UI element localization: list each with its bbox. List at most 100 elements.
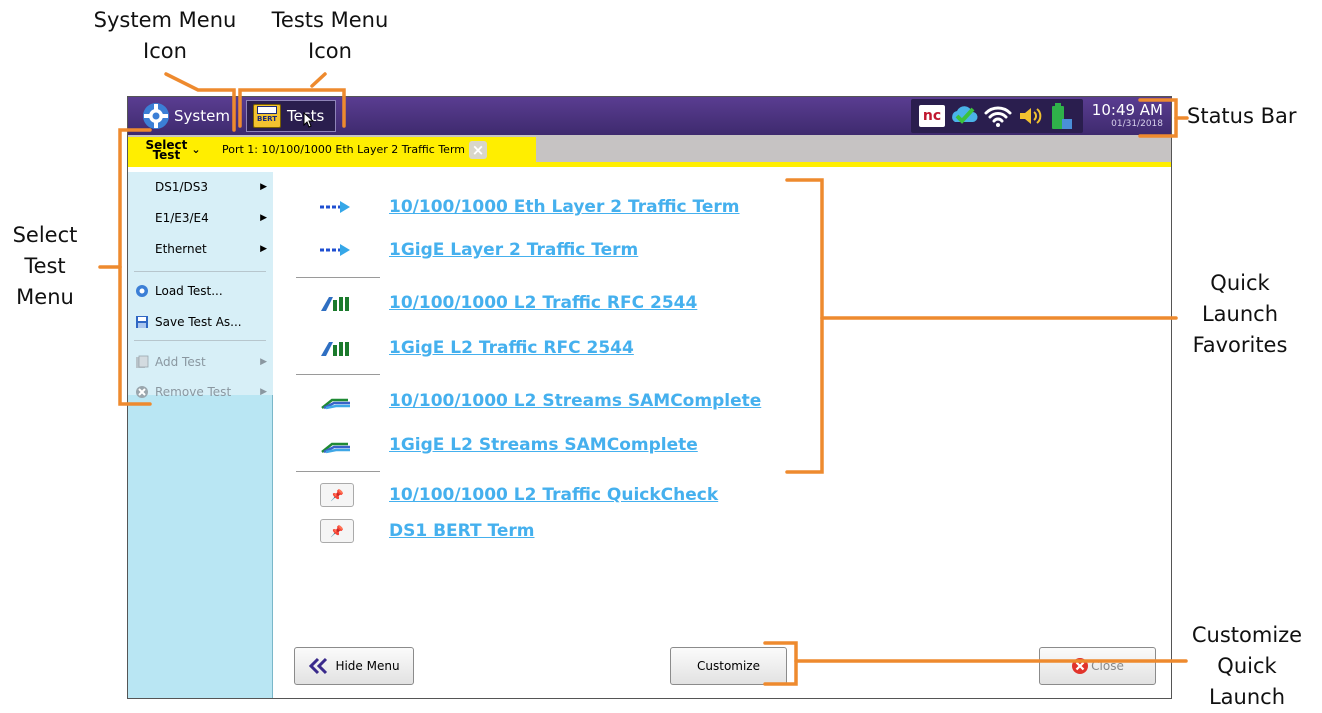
wifi-icon[interactable] (983, 104, 1013, 128)
menu-divider (134, 340, 266, 341)
callout-line: Menu (16, 285, 74, 309)
callout-line: Favorites (1192, 333, 1288, 357)
bert-icon: BERT (253, 104, 281, 128)
favorites-divider (296, 374, 380, 375)
callout-quick-launch-favorites: Quick Launch Favorites (1180, 268, 1300, 361)
customize-label: Customize (697, 659, 760, 673)
favorite-link[interactable]: 10/100/1000 L2 Traffic RFC 2544 (389, 293, 697, 313)
streams-icon (321, 442, 350, 454)
callout-line: Customize (1191, 623, 1303, 647)
tests-menu-button[interactable]: BERT Tests (246, 100, 336, 132)
sidebar-item-label: E1/E3/E4 (155, 211, 209, 225)
system-menu-button[interactable]: System (142, 101, 230, 131)
remove-icon (136, 386, 148, 398)
callout-system-menu-icon: System Menu Icon (70, 5, 260, 67)
cloud-check-icon[interactable] (949, 104, 979, 128)
favorites-divider (296, 471, 380, 472)
sidebar-item-add-test[interactable]: Add Test ▶ (128, 347, 273, 377)
callout-line: Test (24, 254, 66, 278)
favorite-link[interactable]: 10/100/1000 L2 Streams SAMComplete (389, 391, 761, 411)
favorite-row[interactable]: 📌 10/100/1000 L2 Traffic QuickCheck (273, 475, 853, 515)
sidebar-item-save-test-as[interactable]: Save Test As... (128, 307, 273, 337)
callout-line: Launch (1208, 685, 1286, 709)
callout-tests-menu-icon: Tests Menu Icon (245, 5, 415, 67)
mouse-cursor-icon (303, 112, 315, 128)
callout-status-bar: Status Bar (1187, 101, 1312, 132)
pin-icon: 📌 (330, 524, 344, 538)
callout-line: Select (12, 223, 78, 247)
save-icon (136, 316, 148, 328)
favorite-link[interactable]: 10/100/1000 L2 Traffic QuickCheck (389, 485, 718, 505)
favorite-link[interactable]: DS1 BERT Term (389, 521, 534, 541)
select-test-label: Select Test (145, 139, 187, 162)
sidebar-item-label: Add Test (155, 355, 206, 369)
arrow-icon (320, 201, 350, 213)
favorite-row[interactable]: 1GigE L2 Traffic RFC 2544 (273, 328, 853, 368)
callout-line: Quick (1210, 271, 1270, 295)
arrow-icon (320, 244, 350, 256)
close-button[interactable]: Close (1039, 647, 1156, 685)
chevron-down-icon: ⌄ (191, 142, 201, 156)
pin-button[interactable]: 📌 (320, 519, 354, 543)
rfc-bars-icon (321, 297, 349, 311)
submenu-arrow-icon: ▶ (260, 182, 267, 192)
favorite-row[interactable]: 10/100/1000 Eth Layer 2 Traffic Term (273, 187, 853, 227)
port-tab-label: Port 1: 10/100/1000 Eth Layer 2 Traffic … (222, 143, 465, 156)
favorite-row[interactable]: 10/100/1000 L2 Streams SAMComplete (273, 381, 853, 421)
submenu-arrow-icon: ▶ (260, 387, 267, 397)
menu-divider (134, 271, 266, 272)
battery-icon[interactable] (1049, 101, 1075, 131)
clock-time: 10:49 AM (1091, 101, 1163, 119)
nc-badge[interactable]: nc (919, 105, 945, 127)
hide-menu-button[interactable]: Hide Menu (294, 647, 414, 685)
select-test-button[interactable]: Select Test ⌄ (128, 137, 218, 162)
customize-button[interactable]: Customize (670, 647, 787, 685)
sidebar-item-ds1-ds3[interactable]: DS1/DS3 ▶ (128, 172, 273, 202)
favorite-row[interactable]: 📌 DS1 BERT Term (273, 511, 853, 551)
favorite-link[interactable]: 1GigE L2 Traffic RFC 2544 (389, 338, 634, 358)
system-label: System (174, 107, 230, 125)
clock: 10:49 AM 01/31/2018 (1087, 102, 1171, 130)
favorite-link[interactable]: 1GigE Layer 2 Traffic Term (389, 240, 638, 260)
submenu-arrow-icon: ▶ (260, 213, 267, 223)
device-screen: System BERT Tests nc (127, 96, 1172, 699)
favorite-link[interactable]: 10/100/1000 Eth Layer 2 Traffic Term (389, 197, 740, 217)
gear-icon (136, 285, 148, 297)
sidebar-item-label: Save Test As... (155, 315, 242, 329)
tab-port-1[interactable]: Port 1: 10/100/1000 Eth Layer 2 Traffic … (218, 137, 536, 162)
sidebar-item-remove-test[interactable]: Remove Test ▶ (128, 377, 273, 407)
callout-line: Tests Menu (271, 8, 389, 32)
callout-line: Launch (1201, 302, 1279, 326)
sidebar-item-label: Load Test... (155, 284, 223, 298)
pin-icon: 📌 (330, 488, 344, 502)
add-test-icon (136, 355, 149, 368)
submenu-arrow-icon: ▶ (260, 244, 267, 254)
favorite-link[interactable]: 1GigE L2 Streams SAMComplete (389, 435, 698, 455)
speaker-icon[interactable] (1017, 104, 1045, 128)
callout-select-test-menu: Select Test Menu (5, 220, 85, 313)
favorite-row[interactable]: 10/100/1000 L2 Traffic RFC 2544 (273, 283, 853, 323)
sidebar-item-load-test[interactable]: Load Test... (128, 276, 273, 306)
callout-line: Quick (1217, 654, 1277, 678)
close-tab-icon[interactable]: × (469, 140, 487, 159)
sidebar-item-label: Ethernet (155, 242, 207, 256)
sidebar-item-label: Remove Test (155, 385, 232, 399)
select-test-line2: Test (152, 147, 181, 162)
callout-customize-quick-launch: Customize Quick Launch (1182, 620, 1312, 713)
close-icon (1072, 658, 1089, 674)
sidebar-item-e1-e3-e4[interactable]: E1/E3/E4 ▶ (128, 203, 273, 233)
bert-icon-label: BERT (257, 115, 277, 123)
callout-line: Status Bar (1187, 104, 1297, 128)
bert-icon-grid (257, 106, 277, 114)
favorite-row[interactable]: 1GigE L2 Streams SAMComplete (273, 425, 853, 465)
rfc-bars-icon (321, 342, 349, 356)
tab-bar: Select Test ⌄ Port 1: 10/100/1000 Eth La… (128, 135, 1171, 167)
submenu-arrow-icon: ▶ (260, 357, 267, 367)
callout-line: System Menu (93, 8, 237, 32)
pin-button[interactable]: 📌 (320, 483, 354, 507)
hide-menu-label: Hide Menu (335, 659, 400, 673)
sidebar-item-label: DS1/DS3 (155, 180, 209, 194)
favorite-row[interactable]: 1GigE Layer 2 Traffic Term (273, 230, 853, 270)
sidebar-item-ethernet[interactable]: Ethernet ▶ (128, 234, 273, 264)
status-icons: nc (911, 99, 1083, 133)
